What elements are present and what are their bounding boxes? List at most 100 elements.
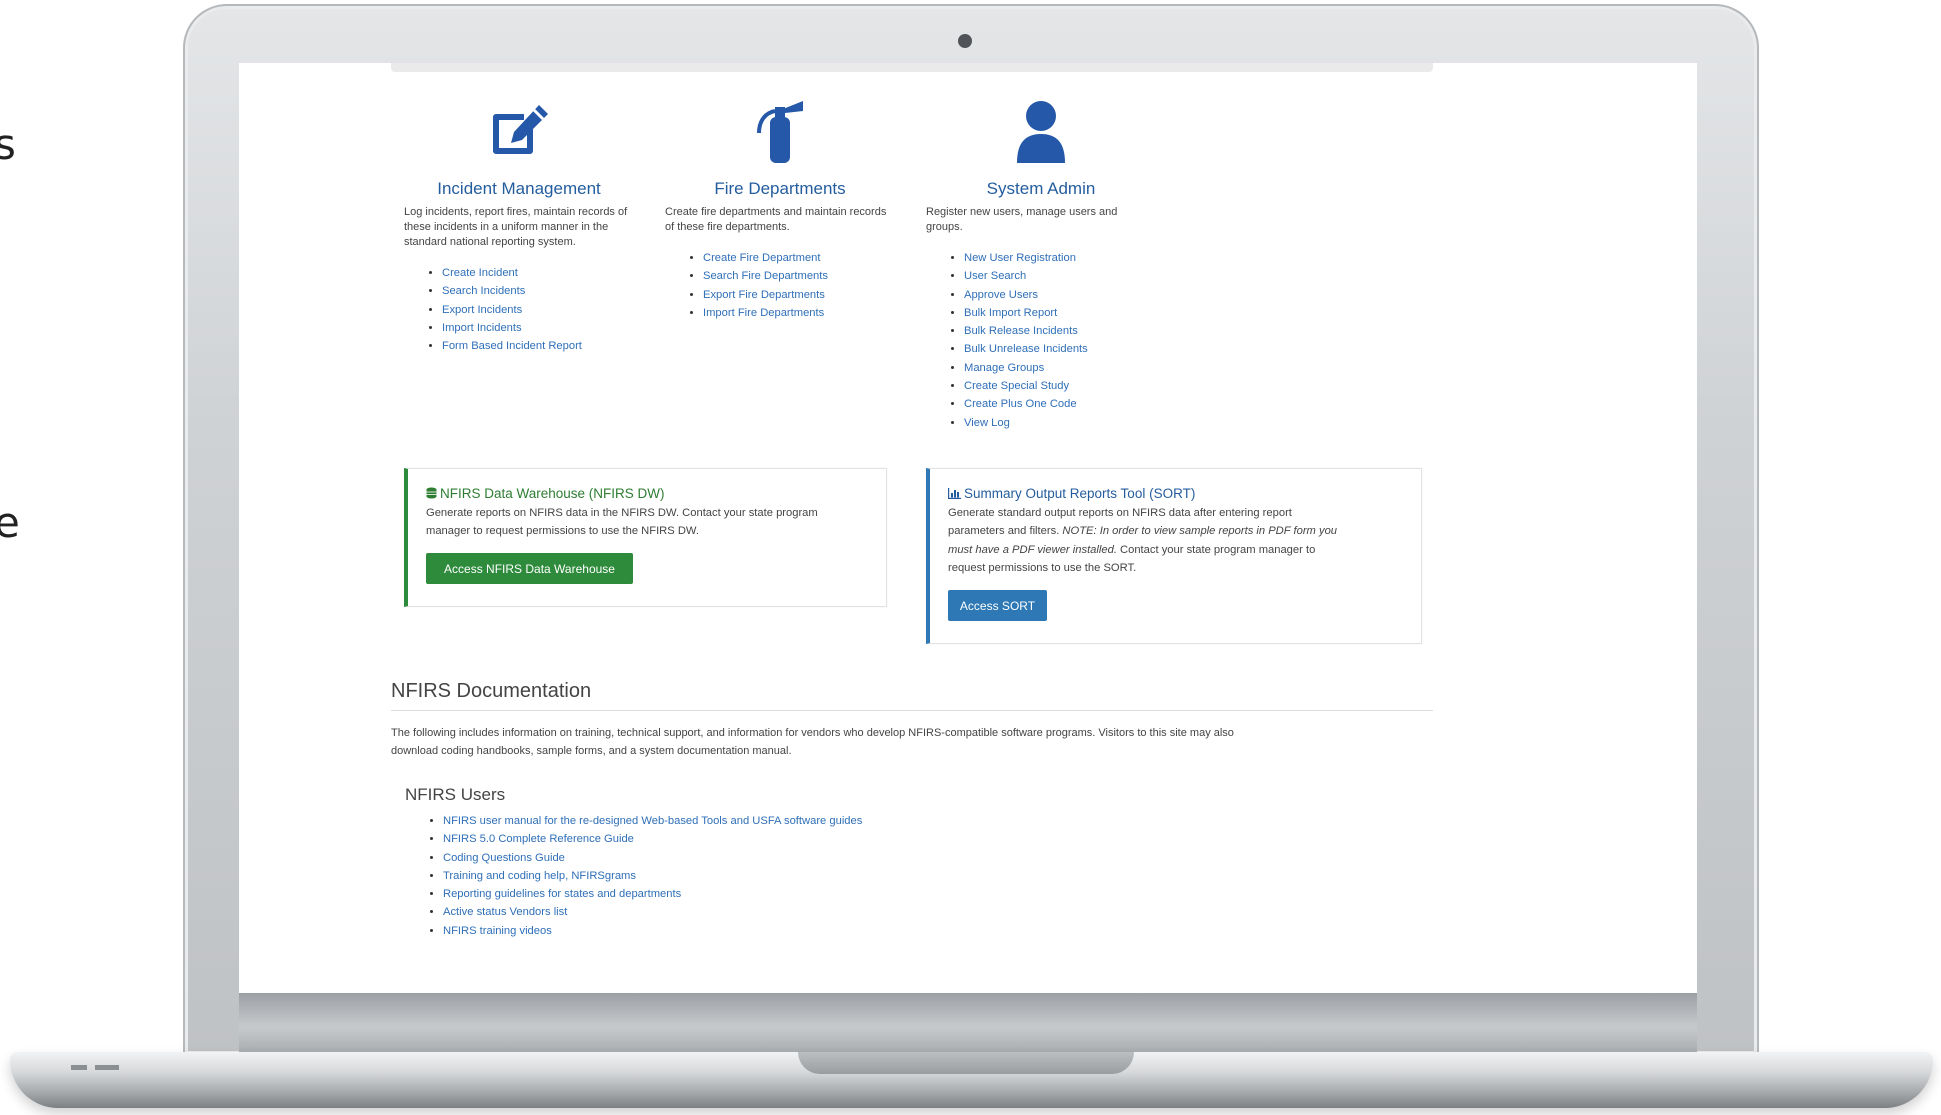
new-user-registration-link[interactable]: New User Registration bbox=[964, 252, 1076, 264]
documentation-line: The following includes information on tr… bbox=[391, 727, 1234, 739]
bulk-unrelease-incidents-link[interactable]: Bulk Unrelease Incidents bbox=[964, 343, 1088, 355]
search-fire-departments-link[interactable]: Search Fire Departments bbox=[703, 270, 828, 282]
reporting-guidelines-link[interactable]: Reporting guidelines for states and depa… bbox=[443, 888, 681, 900]
list-item: NFIRS 5.0 Complete Reference Guide bbox=[443, 830, 883, 848]
database-icon bbox=[426, 487, 437, 499]
warehouse-title-text: NFIRS Data Warehouse (NFIRS DW) bbox=[440, 486, 665, 501]
user-manual-link[interactable]: NFIRS user manual for the re-designed We… bbox=[443, 815, 862, 827]
nfirs-users-links: NFIRS user manual for the re-designed We… bbox=[405, 812, 883, 940]
list-item: Create Fire Department bbox=[703, 249, 895, 267]
list-item: Active status Vendors list bbox=[443, 903, 883, 921]
list-item: Training and coding help, NFIRSgrams bbox=[443, 867, 883, 885]
sort-panel: Summary Output Reports Tool (SORT) Gener… bbox=[926, 468, 1422, 644]
list-item: Reporting guidelines for states and depa… bbox=[443, 885, 883, 903]
sort-text: Contact your state program manager to bbox=[1120, 543, 1316, 556]
reference-guide-link[interactable]: NFIRS 5.0 Complete Reference Guide bbox=[443, 833, 634, 845]
cropped-edge-text: e bbox=[0, 498, 20, 547]
view-log-link[interactable]: View Log bbox=[964, 417, 1010, 429]
access-data-warehouse-button[interactable]: Access NFIRS Data Warehouse bbox=[426, 553, 633, 584]
module-system-admin: System Admin Register new users, manage … bbox=[926, 99, 1156, 432]
list-item: Approve Users bbox=[964, 286, 1156, 304]
sort-note: must have a PDF viewer installed. bbox=[948, 543, 1117, 556]
list-item: Bulk Import Report bbox=[964, 304, 1156, 322]
module-description: Create fire departments and maintain rec… bbox=[665, 206, 887, 233]
list-item: Coding Questions Guide bbox=[443, 849, 883, 867]
sort-line: parameters and filters. NOTE: In order t… bbox=[948, 522, 1413, 540]
list-item: Manage Groups bbox=[964, 359, 1156, 377]
list-item: Bulk Release Incidents bbox=[964, 322, 1156, 340]
edit-icon bbox=[493, 105, 548, 154]
training-coding-help-link[interactable]: Training and coding help, NFIRSgrams bbox=[443, 870, 636, 882]
documentation-title: NFIRS Documentation bbox=[391, 680, 592, 702]
bulk-import-report-link[interactable]: Bulk Import Report bbox=[964, 307, 1057, 319]
user-icon bbox=[1017, 101, 1065, 163]
list-item: Search Incidents bbox=[442, 282, 634, 300]
module-links: New User Registration User Search Approv… bbox=[926, 249, 1156, 432]
warehouse-title: NFIRS Data Warehouse (NFIRS DW) bbox=[426, 485, 876, 502]
vendors-list-link[interactable]: Active status Vendors list bbox=[443, 906, 567, 918]
import-incidents-link[interactable]: Import Incidents bbox=[442, 322, 522, 334]
bar-chart-icon bbox=[948, 488, 961, 499]
laptop-speaker bbox=[71, 1065, 87, 1070]
access-sort-button[interactable]: Access SORT bbox=[948, 590, 1047, 621]
laptop-notch bbox=[798, 1052, 1134, 1074]
list-item: Create Special Study bbox=[964, 377, 1156, 395]
list-item: Import Incidents bbox=[442, 319, 634, 337]
sort-title: Summary Output Reports Tool (SORT) bbox=[948, 485, 1413, 502]
sort-note: NOTE: In order to view sample reports in… bbox=[1062, 525, 1338, 538]
module-fire-departments: Fire Departments Create fire departments… bbox=[665, 99, 895, 322]
list-item: Form Based Incident Report bbox=[442, 337, 634, 355]
cropped-edge-text: s bbox=[0, 120, 16, 169]
documentation-description: The following includes information on tr… bbox=[391, 724, 1391, 760]
form-based-incident-report-link[interactable]: Form Based Incident Report bbox=[442, 340, 582, 352]
bulk-release-incidents-link[interactable]: Bulk Release Incidents bbox=[964, 325, 1078, 337]
warehouse-description: Generate reports on NFIRS data in the NF… bbox=[426, 504, 876, 541]
create-special-study-link[interactable]: Create Special Study bbox=[964, 380, 1069, 392]
camera-dot bbox=[958, 34, 972, 48]
list-item: Import Fire Departments bbox=[703, 304, 895, 322]
import-fire-departments-link[interactable]: Import Fire Departments bbox=[703, 307, 824, 319]
laptop-bottom-bezel bbox=[239, 993, 1697, 1055]
list-item: Create Incident bbox=[442, 264, 634, 282]
training-videos-link[interactable]: NFIRS training videos bbox=[443, 925, 552, 937]
list-item: NFIRS user manual for the re-designed We… bbox=[443, 812, 883, 830]
sort-title-text: Summary Output Reports Tool (SORT) bbox=[964, 486, 1196, 501]
warehouse-panel: NFIRS Data Warehouse (NFIRS DW) Generate… bbox=[404, 468, 887, 607]
user-search-link[interactable]: User Search bbox=[964, 270, 1026, 282]
sort-description: Generate standard output reports on NFIR… bbox=[948, 504, 1413, 578]
module-description: Log incidents, report fires, maintain re… bbox=[404, 206, 628, 248]
approve-users-link[interactable]: Approve Users bbox=[964, 289, 1038, 301]
warehouse-line: Generate reports on NFIRS data in the NF… bbox=[426, 507, 818, 519]
export-incidents-link[interactable]: Export Incidents bbox=[442, 304, 522, 316]
laptop-speaker bbox=[95, 1065, 119, 1070]
warehouse-line: manager to request permissions to use th… bbox=[426, 525, 699, 538]
module-links: Create Fire Department Search Fire Depar… bbox=[665, 249, 895, 322]
module-title: Fire Departments bbox=[714, 179, 846, 198]
module-title: Incident Management bbox=[437, 179, 601, 198]
divider bbox=[391, 710, 1433, 711]
sort-line: must have a PDF viewer installed. Contac… bbox=[948, 541, 1413, 559]
fire-extinguisher-icon bbox=[757, 101, 803, 163]
create-plus-one-code-link[interactable]: Create Plus One Code bbox=[964, 398, 1077, 410]
module-incident-management: Incident Management Log incidents, repor… bbox=[404, 99, 634, 355]
sort-line: request permissions to use the SORT. bbox=[948, 562, 1137, 575]
manage-groups-link[interactable]: Manage Groups bbox=[964, 362, 1044, 374]
nfirs-users-title: NFIRS Users bbox=[405, 785, 506, 804]
sort-text: parameters and filters. bbox=[948, 525, 1060, 538]
coding-questions-link[interactable]: Coding Questions Guide bbox=[443, 852, 565, 864]
screen: Incident Management Log incidents, repor… bbox=[239, 63, 1697, 993]
list-item: Search Fire Departments bbox=[703, 267, 895, 285]
list-item: User Search bbox=[964, 267, 1156, 285]
documentation-line: download coding handbooks, sample forms,… bbox=[391, 745, 792, 757]
module-title: System Admin bbox=[986, 179, 1096, 198]
search-incidents-link[interactable]: Search Incidents bbox=[442, 285, 525, 297]
module-description: Register new users, manage users and gro… bbox=[926, 206, 1118, 233]
export-fire-departments-link[interactable]: Export Fire Departments bbox=[703, 289, 825, 301]
create-fire-department-link[interactable]: Create Fire Department bbox=[703, 252, 821, 264]
create-incident-link[interactable]: Create Incident bbox=[442, 267, 518, 279]
list-item: New User Registration bbox=[964, 249, 1156, 267]
module-links: Create Incident Search Incidents Export … bbox=[404, 264, 634, 355]
list-item: View Log bbox=[964, 414, 1156, 432]
list-item: Export Fire Departments bbox=[703, 286, 895, 304]
list-item: Export Incidents bbox=[442, 301, 634, 319]
